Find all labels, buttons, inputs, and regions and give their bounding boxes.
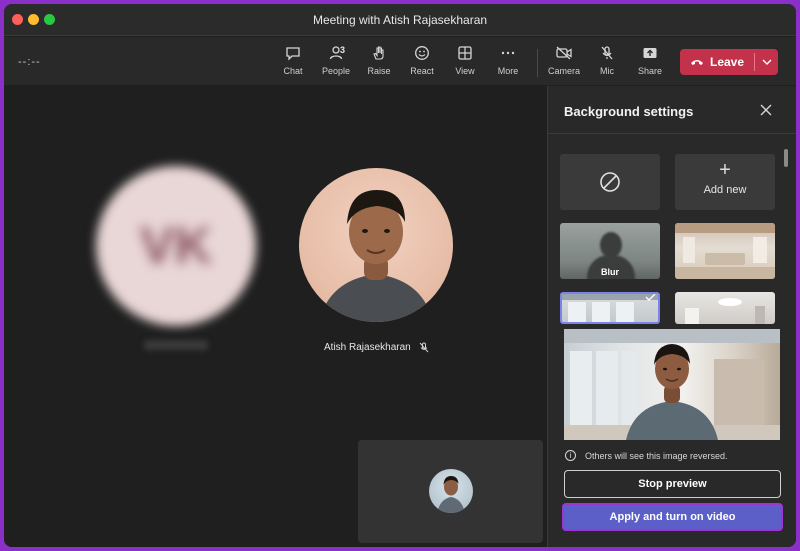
participant-name: Atish Rajasekharan <box>324 342 411 353</box>
close-icon <box>760 104 772 116</box>
panel-scrollbar[interactable] <box>784 149 788 167</box>
blur-background-tile[interactable]: Blur <box>560 223 660 279</box>
mic-off-icon <box>419 342 429 353</box>
view-button[interactable]: View <box>443 45 487 81</box>
chat-icon <box>286 47 300 61</box>
self-avatar <box>429 469 473 513</box>
blurred-participant-avatar: VK <box>96 166 256 326</box>
close-panel-button[interactable] <box>758 102 774 118</box>
apply-and-turn-on-video-button[interactable]: Apply and turn on video <box>562 503 783 531</box>
preview-scene <box>564 329 780 440</box>
meeting-stage: VK Atish Rajasekharan <box>4 86 547 547</box>
people-label: People <box>321 66 351 76</box>
self-view-tile[interactable] <box>358 440 543 543</box>
grid-icon <box>458 46 472 60</box>
meeting-toolbar: --:-- Chat 3 People Raise React View Mor… <box>4 37 796 85</box>
raise-hand-button[interactable]: Raise <box>357 45 401 81</box>
camera-preview <box>564 329 780 440</box>
more-button[interactable]: More <box>486 45 530 81</box>
view-label: View <box>455 66 475 76</box>
window-title: Meeting with Atish Rajasekharan <box>312 13 488 27</box>
blurred-participant-initials: VK <box>139 217 213 275</box>
phone-icon <box>691 60 703 65</box>
panel-title: Background settings <box>564 104 694 119</box>
more-label: More <box>497 66 519 76</box>
participant-photo <box>319 190 433 322</box>
room-2-image <box>562 294 658 322</box>
room-1-image <box>675 223 775 279</box>
people-button[interactable]: 3 People <box>314 45 358 81</box>
add-new-background-tile[interactable]: + Add new <box>675 154 775 210</box>
mic-off-icon <box>601 46 613 60</box>
add-new-label: Add new <box>703 184 747 196</box>
plus-icon: + <box>719 159 731 181</box>
background-tile-room-1[interactable] <box>675 223 775 279</box>
info-text: Others will see this image reversed. <box>585 450 728 461</box>
camera-button[interactable]: Camera <box>542 45 586 81</box>
share-icon <box>643 48 657 58</box>
reversed-image-notice: i Others will see this image reversed. <box>565 450 728 461</box>
background-tile-room-3[interactable] <box>675 292 775 324</box>
react-button[interactable]: React <box>400 45 444 81</box>
leave-button-group: Leave <box>680 49 778 75</box>
leave-label: Leave <box>710 55 745 69</box>
teams-window: Meeting with Atish Rajasekharan --:-- Ch… <box>4 4 796 547</box>
no-background-tile[interactable] <box>560 154 660 210</box>
raise-label: Raise <box>367 66 391 76</box>
chevron-down-icon <box>762 59 771 65</box>
mic-label: Mic <box>600 66 614 76</box>
smile-icon <box>415 46 429 60</box>
share-button[interactable]: Share <box>628 45 672 81</box>
stop-preview-button[interactable]: Stop preview <box>564 470 781 498</box>
camera-label: Camera <box>547 66 580 76</box>
camera-off-icon <box>556 46 572 60</box>
panel-divider <box>548 133 796 134</box>
background-settings-panel: Background settings + Add new Blur i Oth… <box>547 86 796 547</box>
blur-label: Blur <box>601 267 619 277</box>
toolbar-divider <box>537 49 538 77</box>
mic-button[interactable]: Mic <box>585 45 629 81</box>
title-bar: Meeting with Atish Rajasekharan <box>4 4 796 36</box>
people-count-badge: 3 <box>340 45 346 55</box>
chat-button[interactable]: Chat <box>271 45 315 81</box>
info-icon: i <box>565 450 576 461</box>
room-3-image <box>685 298 765 324</box>
share-label: Share <box>637 66 663 76</box>
participant-avatar[interactable] <box>299 168 453 322</box>
hand-icon <box>373 46 384 60</box>
leave-button[interactable]: Leave <box>680 49 754 75</box>
blurred-participant-name <box>144 340 208 350</box>
chat-label: Chat <box>283 66 303 76</box>
meeting-timer: --:-- <box>18 56 41 68</box>
more-icon <box>501 51 515 55</box>
leave-options-button[interactable] <box>755 49 778 75</box>
participant-name-label: Atish Rajasekharan <box>324 342 429 353</box>
background-tile-room-2-selected[interactable] <box>560 292 660 324</box>
react-label: React <box>410 66 434 76</box>
no-background-icon <box>600 172 620 192</box>
self-photo <box>437 476 465 513</box>
